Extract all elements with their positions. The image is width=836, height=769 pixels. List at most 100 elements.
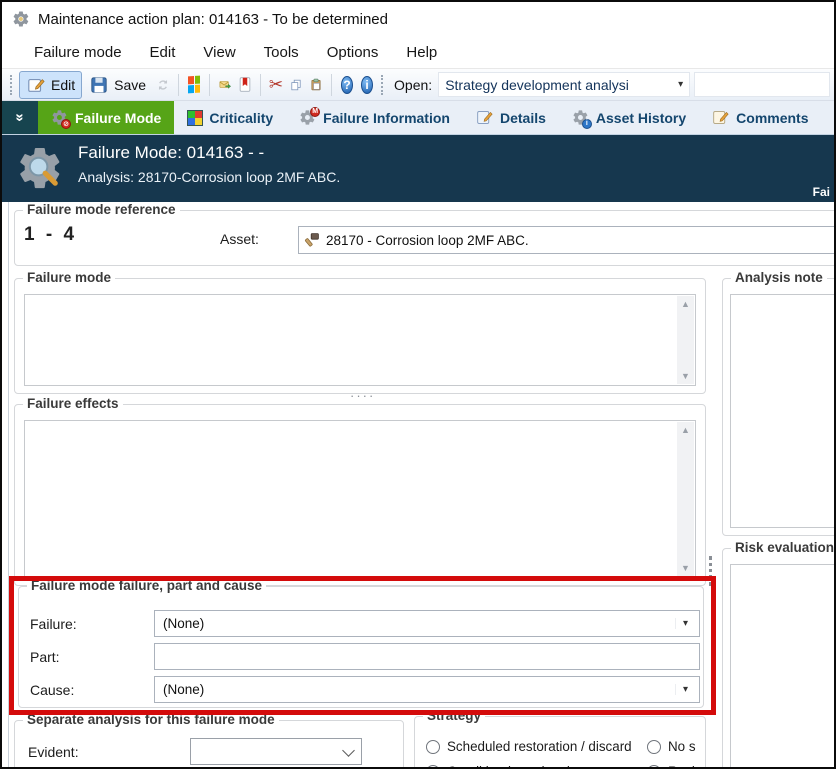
toolbar-separator: [260, 73, 262, 96]
edit-button[interactable]: Edit: [19, 70, 83, 99]
report-button[interactable]: [235, 75, 255, 95]
cause-combobox-value: (None): [163, 682, 205, 697]
radio-no-scheduled[interactable]: No s: [647, 739, 696, 754]
window-title: Maintenance action plan: 014163 - To be …: [38, 10, 388, 28]
save-button[interactable]: Save: [82, 71, 153, 99]
asset-label: Asset:: [220, 231, 259, 247]
group-title: Failure mode failure, part and cause: [27, 578, 267, 593]
record-range: 1 - 4: [24, 224, 78, 245]
scroll-up-icon[interactable]: ▲: [681, 422, 690, 438]
menu-options[interactable]: Options: [315, 41, 391, 64]
chevron-down-icon[interactable]: ▾: [675, 684, 695, 695]
edit-pencil-icon: [26, 75, 46, 95]
radio-button-icon[interactable]: [647, 739, 661, 754]
failure-mode-scrollbar[interactable]: ▲ ▼: [677, 296, 694, 384]
record-header-banner: Failure Mode: 014163 - - Analysis: 28170…: [2, 135, 834, 202]
toolbar-gripper: [381, 74, 386, 95]
maintenance-action-plan-window: Maintenance action plan: 014163 - To be …: [0, 0, 836, 769]
toolbar: Edit Save ✂ ? i Open: Strategy developme…: [2, 68, 834, 101]
vertical-splitter-handle[interactable]: [709, 556, 712, 586]
info-button[interactable]: i: [357, 75, 377, 95]
analysis-note-textarea[interactable]: [730, 294, 834, 528]
part-label: Part:: [30, 649, 60, 665]
radio-review[interactable]: Revi: [647, 764, 695, 767]
banner-subtitle: Analysis: 28170-Corrosion loop 2MF ABC.: [78, 169, 341, 185]
banner-corner-text: Fai: [812, 185, 830, 199]
group-title: Analysis note: [731, 270, 827, 285]
cause-combobox[interactable]: (None) ▾: [154, 676, 700, 703]
help-icon: ?: [341, 75, 354, 94]
failure-effects-textarea[interactable]: ▲ ▼: [24, 420, 696, 578]
gear-m-badge-icon: M: [299, 106, 321, 127]
failure-combobox[interactable]: (None) ▾: [154, 610, 700, 637]
toolbar-gripper: [10, 74, 15, 95]
windows-logo-icon: [188, 75, 201, 94]
failure-label: Failure:: [30, 616, 77, 632]
banner-title: Failure Mode: 014163 - -: [78, 143, 265, 162]
horizontal-splitter-handle[interactable]: ····: [350, 388, 375, 403]
menu-help[interactable]: Help: [394, 41, 449, 64]
tab-details[interactable]: Details: [463, 101, 559, 134]
asset-value: 28170 - Corrosion loop 2MF ABC.: [326, 232, 529, 248]
tab-comments[interactable]: Comments: [699, 101, 821, 134]
radio-condition-based[interactable]: Condition-based maintenance: [426, 764, 625, 767]
open-analysis-combobox[interactable]: Strategy development analysi ▾: [438, 72, 691, 97]
group-title: Separate analysis for this failure mode: [23, 712, 279, 727]
tab-criticality[interactable]: Criticality: [174, 101, 286, 134]
asset-field[interactable]: 28170 - Corrosion loop 2MF ABC.: [298, 226, 834, 254]
group-title: Failure mode: [23, 270, 116, 285]
risk-evaluation-panel[interactable]: [730, 564, 834, 767]
scroll-down-icon[interactable]: ▼: [681, 560, 690, 576]
tab-failure-mode[interactable]: ⊘ Failure Mode: [38, 101, 175, 134]
open-secondary-field[interactable]: [694, 72, 830, 97]
radio-button-icon[interactable]: [647, 764, 661, 767]
risk-matrix-icon: [187, 109, 204, 126]
menu-bar: Failure mode Edit View Tools Options Hel…: [2, 38, 834, 66]
collapse-tabs-button[interactable]: »: [2, 101, 38, 134]
evident-combobox[interactable]: [190, 738, 362, 765]
chevron-down-icon[interactable]: [342, 743, 355, 757]
menu-failure-mode[interactable]: Failure mode: [22, 41, 134, 64]
gear-info-icon: i: [572, 109, 592, 129]
copy-button[interactable]: [286, 75, 306, 95]
failure-combobox-value: (None): [163, 616, 205, 631]
chevron-down-icon[interactable]: ▾: [675, 618, 695, 629]
gear-blocked-icon: ⊘: [51, 109, 71, 129]
asset-hammer-icon: [304, 232, 320, 248]
evident-label: Evident:: [28, 744, 79, 760]
group-title: Strategy: [423, 708, 486, 723]
windows-logo-button[interactable]: [184, 75, 204, 95]
cut-button[interactable]: ✂: [266, 75, 286, 95]
menu-view[interactable]: View: [191, 41, 247, 64]
menu-edit[interactable]: Edit: [138, 41, 188, 64]
open-combobox-value: Strategy development analysi: [445, 76, 629, 93]
group-title: Failure mode reference: [23, 202, 180, 217]
menu-tools[interactable]: Tools: [252, 41, 311, 64]
open-label: Open:: [394, 76, 433, 93]
help-button[interactable]: ?: [337, 75, 357, 95]
scroll-up-icon[interactable]: ▲: [681, 296, 690, 312]
group-title: Risk evaluation: [731, 540, 834, 555]
toolbar-separator: [331, 73, 333, 96]
paste-button[interactable]: [306, 75, 326, 95]
radio-button-icon[interactable]: [426, 764, 440, 767]
double-chevron-down-icon: »: [11, 113, 29, 122]
tab-asset-history[interactable]: i Asset History: [559, 101, 699, 134]
radio-scheduled-restoration[interactable]: Scheduled restoration / discard: [426, 739, 632, 754]
info-icon: i: [361, 75, 374, 94]
failure-mode-textarea[interactable]: ▲ ▼: [24, 294, 696, 386]
send-button[interactable]: [215, 75, 235, 95]
save-floppy-icon: [89, 75, 109, 95]
scissors-icon: ✂: [268, 74, 284, 94]
toolbar-separator: [178, 73, 180, 96]
content-left-edge: [8, 202, 9, 767]
refresh-button[interactable]: [153, 75, 173, 95]
tab-failure-information[interactable]: M Failure Information: [286, 101, 463, 134]
scroll-down-icon[interactable]: ▼: [681, 368, 690, 384]
toolbar-separator: [209, 73, 211, 96]
tab-bar: » ⊘ Failure Mode Criticality M Failure I…: [2, 101, 834, 135]
failure-effects-scrollbar[interactable]: ▲ ▼: [677, 422, 694, 576]
comment-pencil-icon: [712, 109, 730, 127]
radio-button-icon[interactable]: [426, 739, 440, 754]
part-input[interactable]: [154, 643, 700, 670]
